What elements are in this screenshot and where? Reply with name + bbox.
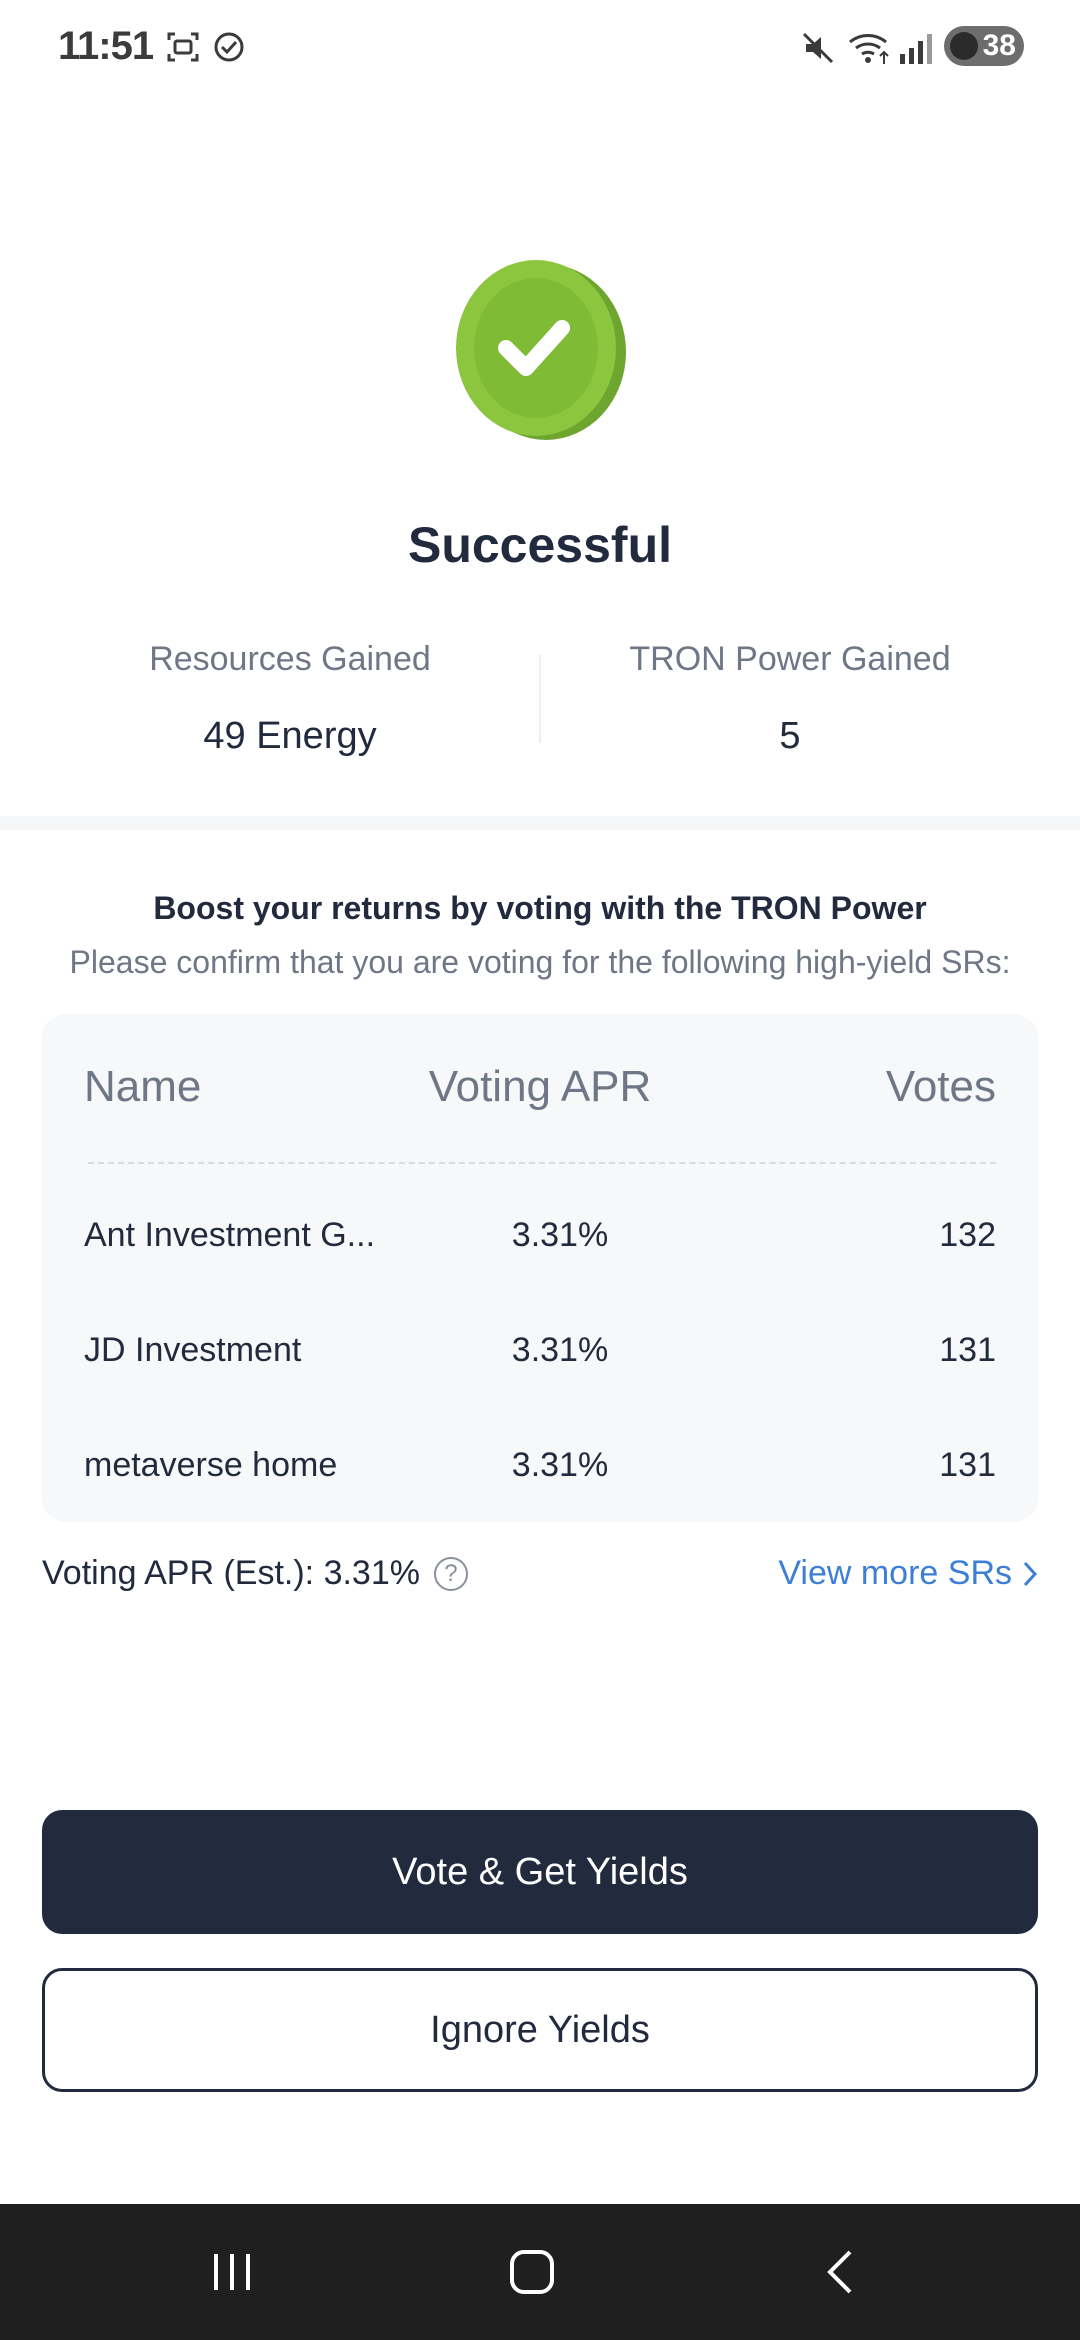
success-title: Successful	[407, 517, 672, 573]
sr-name: JD Investment	[84, 1331, 302, 1369]
boost-title: Boost your returns by voting with the TR…	[153, 890, 927, 926]
mute-icon	[802, 32, 834, 64]
header-votes: Votes	[885, 1062, 996, 1111]
wifi-icon	[849, 34, 889, 64]
status-bar: 11:51 38	[0, 0, 1080, 96]
sr-votes: 131	[939, 1331, 996, 1369]
home-icon[interactable]	[508, 2248, 556, 2296]
view-more-srs-link[interactable]: View more SRs	[778, 1554, 1038, 1593]
sr-name: metaverse home	[84, 1446, 338, 1484]
header-divider	[88, 1162, 996, 1164]
view-more-label: View more SRs	[778, 1554, 1012, 1592]
chevron-right-icon	[1023, 1561, 1038, 1586]
signal-icon	[900, 34, 932, 64]
table-row: JD Investment 3.31% 131	[0, 1331, 1080, 1391]
power-value: 5	[779, 715, 801, 757]
ignore-yields-button[interactable]: Ignore Yields	[42, 1968, 1038, 2092]
sr-apr: 3.31%	[511, 1331, 609, 1369]
apr-estimate-text: Voting APR (Est.): 3.31%	[42, 1554, 420, 1592]
recent-apps-icon[interactable]	[208, 2248, 256, 2296]
resources-value: 49 Energy	[203, 715, 377, 757]
success-check-icon	[456, 260, 626, 440]
screenshot-icon	[167, 32, 199, 62]
system-nav-bar	[0, 2204, 1080, 2340]
status-time: 11:51	[58, 24, 154, 68]
vote-get-yields-button[interactable]: Vote & Get Yields	[42, 1810, 1038, 1934]
battery-saver-icon	[950, 32, 978, 60]
table-row: Ant Investment G... 3.31% 132	[0, 1216, 1080, 1276]
gain-divider	[539, 655, 541, 743]
tron-power-gained: TRON Power Gained 5	[565, 640, 1015, 758]
header-name: Name	[84, 1062, 202, 1111]
check-circle-icon	[214, 32, 244, 62]
battery-level: 38	[982, 29, 1016, 62]
battery-icon: 38	[944, 26, 1024, 66]
section-separator	[0, 816, 1080, 830]
header-voting-apr: Voting APR	[428, 1062, 652, 1111]
sr-apr: 3.31%	[511, 1216, 609, 1254]
power-label: TRON Power Gained	[629, 640, 951, 678]
sr-name: Ant Investment G...	[84, 1216, 376, 1254]
resources-label: Resources Gained	[149, 640, 431, 678]
sr-votes: 132	[939, 1216, 996, 1254]
voting-apr-estimate: Voting APR (Est.): 3.31% ?	[42, 1554, 468, 1593]
sr-votes: 131	[939, 1446, 996, 1484]
resources-gained: Resources Gained 49 Energy	[65, 640, 515, 758]
sr-apr: 3.31%	[511, 1446, 609, 1484]
back-icon[interactable]	[818, 2248, 866, 2296]
boost-subtitle: Please confirm that you are voting for t…	[69, 944, 1011, 980]
help-icon[interactable]: ?	[433, 1556, 468, 1591]
table-row: metaverse home 3.31% 131	[0, 1446, 1080, 1506]
